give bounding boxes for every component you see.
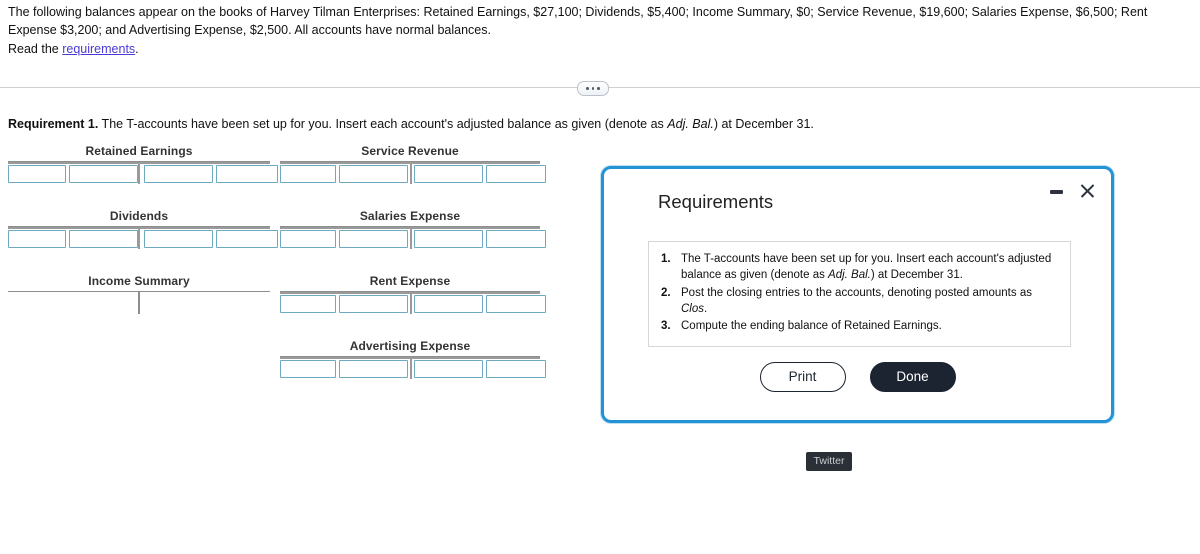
requirements-link[interactable]: requirements xyxy=(62,42,135,56)
t-account-input-debit-2[interactable] xyxy=(339,165,408,183)
t-account-title: Salaries Expense xyxy=(359,209,461,223)
t-account-input-credit-2[interactable] xyxy=(486,360,546,378)
requirement-text-a: Compute the ending balance of Retained E… xyxy=(681,320,942,333)
t-account-cells xyxy=(8,164,278,184)
t-account-income-summary: Income Summary xyxy=(8,274,270,314)
t-account-vertical-divider xyxy=(410,359,412,379)
requirement-1-italic: Adj. Bal. xyxy=(667,117,714,131)
close-icon[interactable] xyxy=(1079,183,1095,199)
t-account-input-debit-2[interactable] xyxy=(339,230,408,248)
requirement-1-label: Requirement 1. xyxy=(8,117,99,131)
requirement-italic: Clos xyxy=(681,302,705,315)
t-account-vertical-divider xyxy=(138,292,140,314)
twitter-button[interactable]: Twitter xyxy=(806,452,852,471)
section-divider xyxy=(0,81,1200,96)
t-account-input-credit-2[interactable] xyxy=(486,295,546,313)
t-account-input-debit-2[interactable] xyxy=(69,230,138,248)
t-account-service-revenue: Service Revenue xyxy=(280,144,546,184)
requirement-item: Post the closing entries to the accounts… xyxy=(661,285,1060,318)
handle-dot xyxy=(597,87,600,90)
t-account-vertical-divider xyxy=(410,294,412,314)
print-button[interactable]: Print xyxy=(759,362,846,392)
done-button[interactable]: Done xyxy=(869,362,956,392)
ellipsis-handle-icon[interactable] xyxy=(577,81,609,96)
read-requirements-line: Read the requirements. xyxy=(8,42,139,56)
requirement-item: Compute the ending balance of Retained E… xyxy=(661,318,1060,335)
requirement-italic: Adj. Bal. xyxy=(828,269,871,282)
t-account-title: Service Revenue xyxy=(361,144,459,158)
read-prefix: Read the xyxy=(8,42,63,56)
t-account-stem-wrap xyxy=(8,292,270,314)
t-account-input-credit-2[interactable] xyxy=(216,230,278,248)
t-account-cells xyxy=(280,294,546,314)
requirements-list-box: The T-accounts have been set up for you.… xyxy=(648,241,1071,347)
requirement-text-b: ) at December 31. xyxy=(870,269,963,282)
t-account-input-credit-1[interactable] xyxy=(414,230,483,248)
t-account-title: Advertising Expense xyxy=(349,339,471,353)
t-account-vertical-divider xyxy=(138,229,140,249)
t-account-input-debit-1[interactable] xyxy=(280,230,336,248)
dialog-title: Requirements xyxy=(658,191,774,212)
t-account-title: Income Summary xyxy=(88,274,190,288)
requirements-dialog: Requirements The T-accounts have been se… xyxy=(601,166,1114,423)
handle-dot xyxy=(591,87,595,90)
requirement-item: The T-accounts have been set up for you.… xyxy=(661,251,1060,284)
t-account-salaries-expense: Salaries Expense xyxy=(280,209,546,249)
t-account-input-credit-1[interactable] xyxy=(144,165,213,183)
t-account-input-credit-2[interactable] xyxy=(216,165,278,183)
t-account-cells xyxy=(280,164,546,184)
t-account-cells xyxy=(8,229,278,249)
requirement-1-text-b: ) at December 31. xyxy=(713,117,814,131)
read-suffix: . xyxy=(135,42,139,56)
t-account-input-debit-2[interactable] xyxy=(339,295,408,313)
t-account-input-credit-1[interactable] xyxy=(414,165,483,183)
t-account-input-debit-2[interactable] xyxy=(69,165,138,183)
t-account-advertising-expense: Advertising Expense xyxy=(280,339,546,379)
t-account-input-debit-1[interactable] xyxy=(280,295,336,313)
dialog-window-controls xyxy=(1050,183,1095,199)
requirement-1-text-a: The T-accounts have been set up for you.… xyxy=(98,117,668,131)
requirements-list: The T-accounts have been set up for you.… xyxy=(659,251,1060,335)
t-account-dividends: Dividends xyxy=(8,209,278,249)
t-account-input-debit-1[interactable] xyxy=(8,230,66,248)
handle-dot xyxy=(586,87,589,90)
dialog-actions: Print Done xyxy=(604,362,1111,392)
t-account-input-credit-2[interactable] xyxy=(486,165,546,183)
requirement-text-b: . xyxy=(704,302,708,315)
t-account-input-debit-1[interactable] xyxy=(280,165,336,183)
t-account-vertical-divider xyxy=(410,229,412,249)
t-account-vertical-divider xyxy=(138,164,140,184)
t-account-input-debit-1[interactable] xyxy=(8,165,66,183)
problem-statement: The following balances appear on the boo… xyxy=(8,5,1148,37)
requirement-1-heading: Requirement 1. The T-accounts have been … xyxy=(8,117,814,131)
t-account-input-credit-1[interactable] xyxy=(414,295,483,313)
t-account-cells xyxy=(280,359,546,379)
t-account-cells xyxy=(280,229,546,249)
t-account-retained-earnings: Retained Earnings xyxy=(8,144,278,184)
t-account-title: Rent Expense xyxy=(369,274,451,288)
t-account-title: Dividends xyxy=(109,209,169,223)
minimize-icon[interactable] xyxy=(1050,185,1063,198)
t-account-input-debit-1[interactable] xyxy=(280,360,336,378)
t-account-input-credit-1[interactable] xyxy=(414,360,483,378)
t-accounts-area: Retained Earnings Dividends Income Summa… xyxy=(0,140,600,390)
t-account-rent-expense: Rent Expense xyxy=(280,274,546,314)
t-account-input-credit-2[interactable] xyxy=(486,230,546,248)
t-account-input-credit-1[interactable] xyxy=(144,230,213,248)
requirement-text-a: Post the closing entries to the accounts… xyxy=(681,286,1032,299)
t-account-vertical-divider xyxy=(410,164,412,184)
t-account-title: Retained Earnings xyxy=(85,144,193,158)
t-account-input-debit-2[interactable] xyxy=(339,360,408,378)
